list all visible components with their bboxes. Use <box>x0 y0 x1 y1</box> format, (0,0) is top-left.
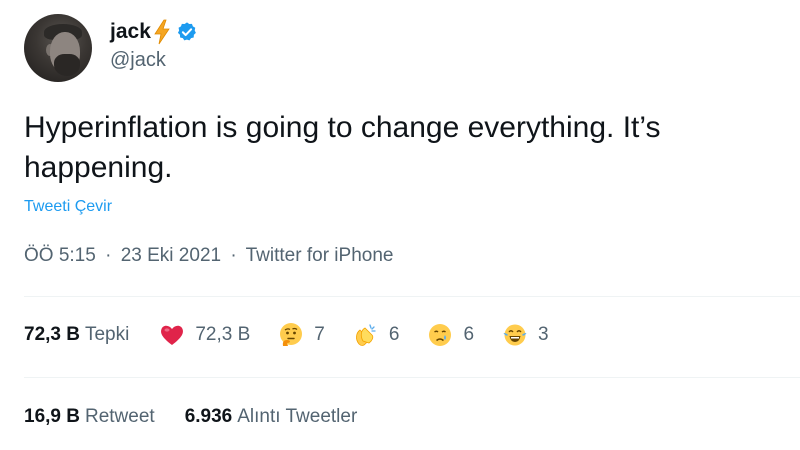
reaction-tears-of-joy[interactable]: 3 <box>502 322 549 348</box>
meta-separator: · <box>105 245 112 266</box>
reaction-clapping[interactable]: 6 <box>353 322 400 348</box>
quote-tweets-label: Alıntı Tweetler <box>237 406 358 427</box>
retweets-count: 16,9 B <box>24 406 80 427</box>
reactions-row: 72,3 B Tepki 72,3 B 7 6 6 3 <box>24 318 549 352</box>
retweets-label: Retweet <box>84 406 155 427</box>
divider <box>24 377 800 378</box>
reactions-total-label: Tepki <box>84 324 130 345</box>
crying-face-icon <box>429 324 452 346</box>
reaction-heart[interactable]: 72,3 B <box>159 322 250 348</box>
reaction-thinking[interactable]: 7 <box>278 322 325 348</box>
reaction-clapping-count: 6 <box>388 324 400 345</box>
author-display-name[interactable]: jack <box>110 20 151 44</box>
reaction-heart-count: 72,3 B <box>195 324 251 345</box>
author-handle[interactable]: @jack <box>110 49 166 72</box>
engagement-row: 16,9 B Retweet 6.936 Alıntı Tweetler <box>24 400 357 434</box>
quote-tweets-count: 6.936 <box>184 406 233 427</box>
tweet-source[interactable]: Twitter for iPhone <box>246 245 394 266</box>
reactions-total-count: 72,3 B <box>24 324 80 345</box>
reaction-crying[interactable]: 6 <box>427 322 474 348</box>
author-name-row: jack <box>110 18 198 46</box>
lightning-bolt-icon <box>154 19 170 45</box>
reactions-total[interactable]: 72,3 B Tepki <box>24 324 129 346</box>
meta-separator: · <box>230 245 237 266</box>
tweet-meta: ÖÖ 5:15 · 23 Eki 2021 · Twitter for iPho… <box>24 245 393 267</box>
reaction-tears-of-joy-count: 3 <box>538 324 549 345</box>
thinking-face-icon <box>280 323 303 346</box>
verified-badge-icon <box>177 22 196 41</box>
translate-tweet-link[interactable]: Tweeti Çevir <box>24 198 112 216</box>
tears-of-joy-icon <box>503 324 527 346</box>
reaction-crying-count: 6 <box>463 324 475 345</box>
red-heart-icon <box>161 325 184 345</box>
tweet-card: jack @jack Hyperinflation is going to ch… <box>0 0 800 450</box>
tweet-time[interactable]: ÖÖ 5:15 <box>24 245 96 266</box>
retweets-stat[interactable]: 16,9 B Retweet <box>24 406 155 428</box>
tweet-date[interactable]: 23 Eki 2021 <box>121 245 221 266</box>
author-avatar[interactable] <box>24 14 92 82</box>
tweet-text: Hyperinflation is going to change everyt… <box>24 111 661 184</box>
clapping-hands-icon <box>355 324 376 346</box>
avatar-beard-shape <box>54 54 80 76</box>
quote-tweets-stat[interactable]: 6.936 Alıntı Tweetler <box>185 406 358 428</box>
divider <box>24 296 800 297</box>
reaction-thinking-count: 7 <box>314 324 325 345</box>
